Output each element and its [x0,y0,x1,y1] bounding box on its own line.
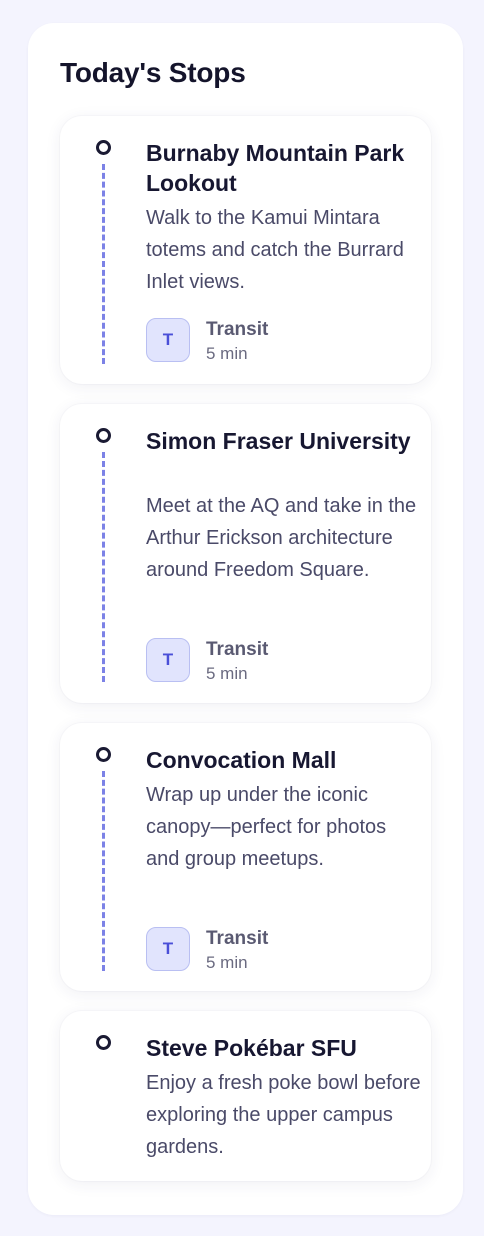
transit-mode: Transit [206,928,269,949]
transit-icon: T [146,927,190,971]
stop-marker-icon [96,1035,111,1050]
transit-icon: T [146,638,190,682]
stop-name: Steve Pokébar SFU [146,1035,357,1061]
route-line [102,771,105,971]
transit-duration: 5 min [206,344,248,363]
route-line [102,452,105,682]
stop-name: Convocation Mall [146,747,337,773]
transit-mode: Transit [206,319,269,340]
stop-description: Walk to the Kamui Mintara totems and cat… [146,207,404,293]
stop-card[interactable]: Convocation Mall Wrap up under the iconi… [60,723,431,991]
stop-name: Burnaby Mountain Park Lookout [146,140,405,196]
stop-name: Simon Fraser University [146,428,411,454]
stop-description: Enjoy a fresh poke bowl before exploring… [146,1072,421,1158]
stops-panel: Today's Stops Burnaby Mountain Park Look… [28,23,463,1215]
transit-duration: 5 min [206,953,248,972]
stop-marker-icon [96,428,111,443]
route-line [102,164,105,364]
stop-card[interactable]: Simon Fraser University Meet at the AQ a… [60,404,431,703]
transit-mode: Transit [206,639,269,660]
panel-title: Today's Stops [60,57,246,88]
stop-marker-icon [96,747,111,762]
stop-card[interactable]: Steve Pokébar SFU Enjoy a fresh poke bow… [60,1011,431,1181]
transit-icon: T [146,318,190,362]
stop-description: Meet at the AQ and take in the Arthur Er… [146,495,417,581]
transit-duration: 5 min [206,664,248,683]
stop-marker-icon [96,140,111,155]
stop-description: Wrap up under the iconic canopy—perfect … [146,784,387,870]
stop-card[interactable]: Burnaby Mountain Park Lookout Walk to th… [60,116,431,384]
